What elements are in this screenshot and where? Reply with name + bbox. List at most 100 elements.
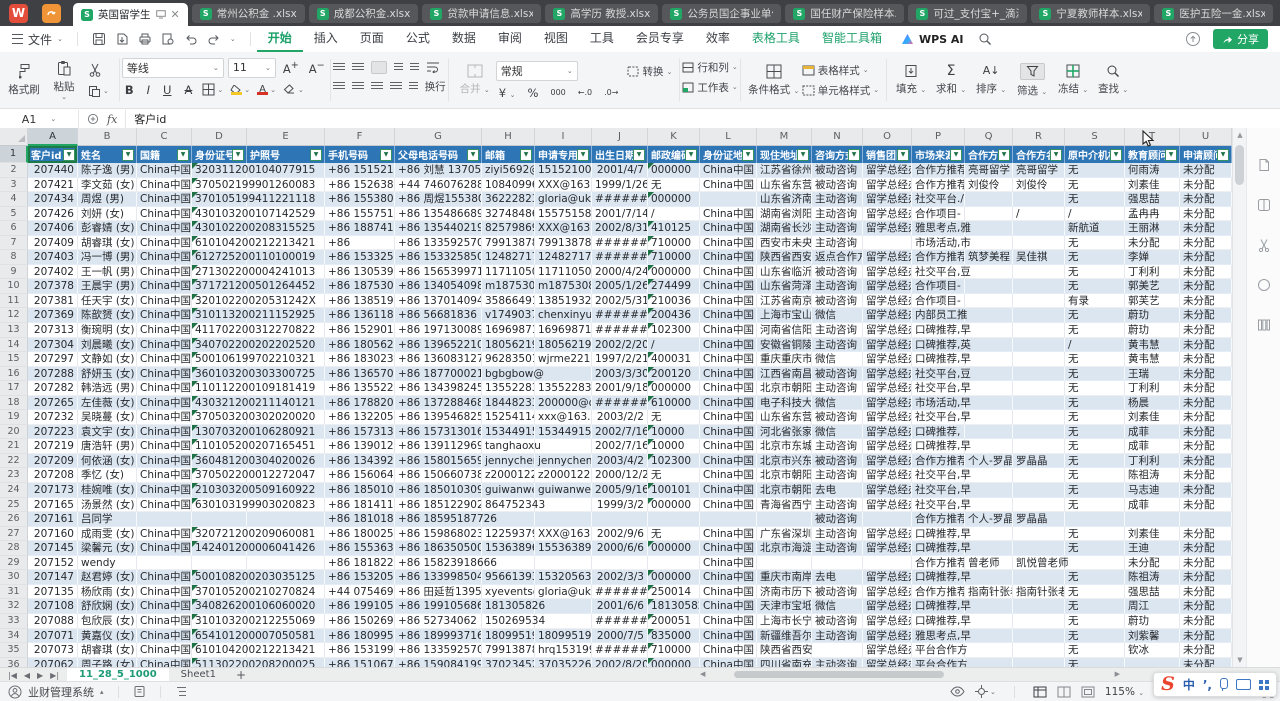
filter-dropdown-icon[interactable]: ▼: [310, 149, 322, 161]
cell[interactable]: 835000: [648, 629, 700, 644]
cell[interactable]: China中国: [137, 236, 192, 251]
cell[interactable]: [965, 541, 1013, 556]
cell[interactable]: 152541145: [482, 410, 535, 425]
cell[interactable]: +86 130539830: [325, 265, 395, 280]
cell[interactable]: 962835011: [482, 352, 535, 367]
cell[interactable]: 平台合作方: [912, 658, 965, 667]
cell[interactable]: 被动咨询: [812, 367, 863, 382]
cell[interactable]: [1013, 425, 1065, 440]
row-header-17[interactable]: 17: [0, 381, 28, 396]
cell[interactable]: 15320563!: [535, 570, 592, 585]
merge-cells-button[interactable]: 合并 ⌄: [456, 55, 494, 105]
print-preview-icon[interactable]: [161, 32, 175, 46]
search-icon[interactable]: [978, 32, 992, 46]
cell[interactable]: 无: [1065, 468, 1125, 483]
cell[interactable]: 710000: [648, 643, 700, 658]
cell[interactable]: [1180, 512, 1232, 527]
cell[interactable]: 山东省济南: [757, 192, 812, 207]
cell[interactable]: [965, 265, 1013, 280]
cell[interactable]: China中国: [700, 367, 757, 382]
cell[interactable]: [863, 556, 912, 571]
row-header-13[interactable]: 13: [0, 323, 28, 338]
status-outline-icon[interactable]: [175, 685, 188, 698]
eye-icon[interactable]: [950, 686, 965, 697]
cell[interactable]: /: [1065, 207, 1125, 222]
cell[interactable]: 710000: [648, 250, 700, 265]
cell[interactable]: [1013, 294, 1065, 309]
header-cell[interactable]: 教育顾问▼: [1125, 146, 1180, 163]
column-header-U[interactable]: U: [1180, 128, 1232, 146]
cell[interactable]: 河南省信阳: [757, 323, 812, 338]
header-cell[interactable]: 咨询方式▼: [812, 146, 863, 163]
row-header-30[interactable]: 30: [0, 570, 28, 585]
cell[interactable]: 169698712: [535, 323, 592, 338]
cell[interactable]: 微信: [812, 425, 863, 440]
cell[interactable]: China中国: [137, 410, 192, 425]
cell[interactable]: [1125, 658, 1180, 667]
cell[interactable]: XXX@163.c: [535, 178, 592, 193]
cell[interactable]: gloria@uk: [535, 192, 592, 207]
menu-item-7[interactable]: 视图: [533, 26, 579, 52]
cell[interactable]: jennychen: [482, 454, 535, 469]
cell[interactable]: 未分配: [1180, 396, 1232, 411]
cell[interactable]: 主动咨询: [812, 279, 863, 294]
next-sheet-button[interactable]: ▶: [37, 671, 43, 680]
cell[interactable]: 留学总经办: [863, 279, 912, 294]
cell[interactable]: 重庆重庆市: [757, 352, 812, 367]
cell[interactable]: 北京市朝阳: [757, 483, 812, 498]
system-name-label[interactable]: 业财管理系统: [28, 684, 94, 700]
borders-button[interactable]: ⌄: [202, 83, 223, 96]
cell[interactable]: 社交平台,豆: [912, 367, 965, 382]
cell[interactable]: jennychen: [535, 454, 592, 469]
cell[interactable]: 370105200210270824: [192, 585, 247, 600]
rows-cols-button[interactable]: 行和列 ⌄: [682, 60, 737, 75]
cell[interactable]: 117110505: [535, 265, 592, 280]
cell[interactable]: 207403: [28, 250, 78, 265]
cell[interactable]: 四川省南充: [757, 658, 812, 667]
cell[interactable]: 2003/4/2: [592, 454, 648, 469]
cell[interactable]: 未分配: [1180, 178, 1232, 193]
cell[interactable]: 王一帆 (男): [78, 265, 137, 280]
menu-item-10[interactable]: 效率: [695, 26, 741, 52]
cell[interactable]: 未分配: [1180, 498, 1232, 513]
cell[interactable]: 舒欣娴 (女): [78, 599, 137, 614]
header-cell[interactable]: 销售团队▼: [863, 146, 912, 163]
wps-ai-button[interactable]: WPS AI: [893, 33, 972, 46]
table-style-button[interactable]: 表格样式 ⌄: [802, 63, 869, 78]
cell[interactable]: China中国: [700, 294, 757, 309]
ime-mic-icon[interactable]: [1220, 678, 1228, 689]
cell[interactable]: 未分配: [1180, 221, 1232, 236]
cell[interactable]: 210303200509160922: [192, 483, 247, 498]
cell[interactable]: China中国: [700, 250, 757, 265]
cell[interactable]: 赵君婷 (女): [78, 570, 137, 585]
cell[interactable]: +86 52734062: [395, 614, 482, 629]
cell[interactable]: 155751588: [535, 207, 592, 222]
cell[interactable]: 2002/7/16: [592, 425, 648, 440]
cell[interactable]: 上海市长宁: [757, 614, 812, 629]
cell[interactable]: +86 155380193: [325, 192, 395, 207]
align-left-icon[interactable]: [333, 82, 345, 91]
cell[interactable]: +86 56681836: [395, 308, 482, 323]
cell[interactable]: 留学总经办: [863, 381, 912, 396]
filter-dropdown-icon[interactable]: ▼: [633, 149, 645, 161]
cell[interactable]: 207160: [28, 527, 78, 542]
cell[interactable]: 未分配: [1180, 352, 1232, 367]
cell[interactable]: 无: [1065, 585, 1125, 600]
cell[interactable]: +86 183023889: [325, 352, 395, 367]
document-tab[interactable]: S贷款申请信息.xlsx: [422, 4, 541, 23]
cell[interactable]: 重庆市南岸: [757, 570, 812, 585]
column-header-H[interactable]: H: [482, 128, 535, 146]
cell[interactable]: 主动咨询: [812, 439, 863, 454]
cell[interactable]: 包欣辰 (女): [78, 614, 137, 629]
cell[interactable]: 微信: [812, 352, 863, 367]
cell[interactable]: 370502200012272047: [192, 468, 247, 483]
cell[interactable]: +86 180995192: [325, 629, 395, 644]
cell[interactable]: 返点合作方: [812, 250, 863, 265]
cell[interactable]: [1013, 221, 1065, 236]
cell[interactable]: 留学总经办: [863, 454, 912, 469]
cell[interactable]: 新航道: [1065, 221, 1125, 236]
cell[interactable]: 207440: [28, 163, 78, 178]
cell[interactable]: [535, 439, 592, 454]
cell[interactable]: 吕同学: [78, 512, 137, 527]
spreadsheet-grid[interactable]: ABCDEFGHIJKLMNOPQRSTU1客户id▼姓名▼国籍▼身份证号▼护照…: [0, 128, 1232, 667]
